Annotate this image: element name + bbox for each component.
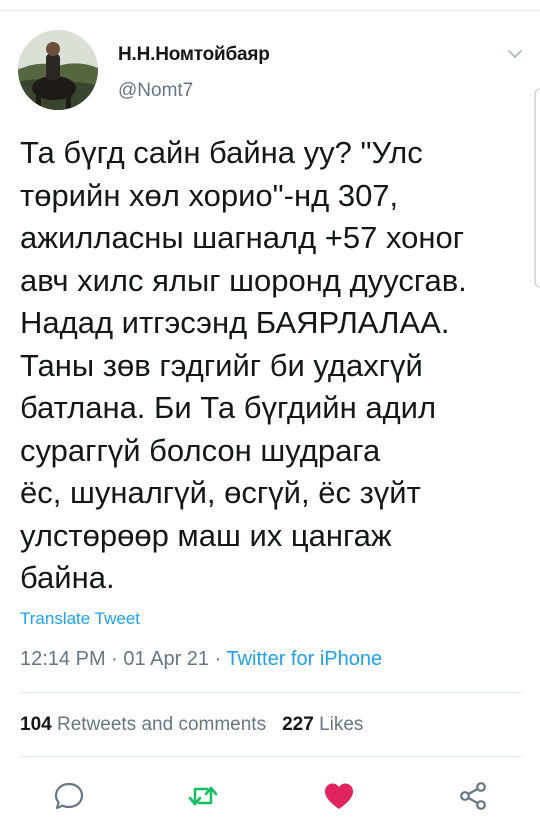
tweet-text-line: Надад итгэсэнд БАЯРЛАЛАА. — [20, 305, 450, 340]
tweet-text-line: Та бүгд сайн байна уу? "Улс — [20, 135, 423, 170]
tweet-text-line: ажилласны шагналд +57 хоног — [20, 220, 465, 255]
stats-divider-top — [20, 692, 522, 693]
tweet-text-line: улстөрөөр маш их цангаж — [20, 517, 392, 553]
likes-label: Likes — [319, 714, 364, 735]
translate-tweet-link[interactable]: Translate Tweet — [20, 609, 140, 629]
likes-count: 227 — [282, 714, 314, 735]
retweets-count: 104 — [20, 714, 52, 735]
stats-divider-bottom — [20, 756, 522, 757]
scroll-edge — [534, 88, 540, 288]
retweets-label: Retweets and comments — [56, 714, 267, 735]
retweets-stat[interactable]: 104 Retweets and comments — [20, 714, 266, 735]
tweet-text-line: ёс, шуналгүй, өсгүй, ёс зүйт — [20, 475, 421, 510]
top-divider — [0, 10, 540, 11]
author-name[interactable]: Н.Н.Номтойбаяр — [118, 44, 270, 66]
chevron-down-icon[interactable] — [505, 44, 525, 64]
share-icon[interactable] — [456, 779, 490, 813]
reply-icon[interactable] — [52, 779, 86, 813]
tweet-time: 12:14 PM — [20, 648, 106, 670]
meta-separator: · — [111, 648, 118, 670]
tweet-text-line: байна. — [20, 560, 115, 595]
tweet-date: 01 Apr 21 — [123, 648, 210, 670]
retweet-icon[interactable] — [186, 779, 220, 813]
tweet-text-line: батлана. Би Та бүгдийн адил — [20, 390, 437, 425]
likes-stat[interactable]: 227 Likes — [282, 714, 363, 735]
heart-icon[interactable] — [322, 779, 356, 813]
meta-separator: · — [214, 648, 222, 670]
tweet-text: Та бүгд сайн байна уу? "Улс төрийн хөл х… — [20, 132, 530, 600]
tweet-text-line: авч хилс ялыг шоронд дуусгав. — [20, 262, 467, 298]
avatar-photo — [18, 30, 98, 110]
tweet-text-line: төрийн хөл хорио"-нд 307, — [20, 177, 399, 213]
engagement-stats: 104 Retweets and comments 227 Likes — [20, 714, 363, 736]
tweet-text-line: сураггүй болсон шудрага — [20, 432, 381, 468]
tweet-source-link[interactable]: Twitter for iPhone — [226, 648, 382, 670]
avatar[interactable] — [18, 30, 98, 110]
author-handle[interactable]: @Nomt7 — [118, 80, 193, 102]
tweet-text-line: Таны зөв гэдгийг би удахгүй — [20, 347, 423, 383]
tweet-metadata: 12:14 PM · 01 Apr 21 · Twitter for iPhon… — [20, 648, 382, 671]
